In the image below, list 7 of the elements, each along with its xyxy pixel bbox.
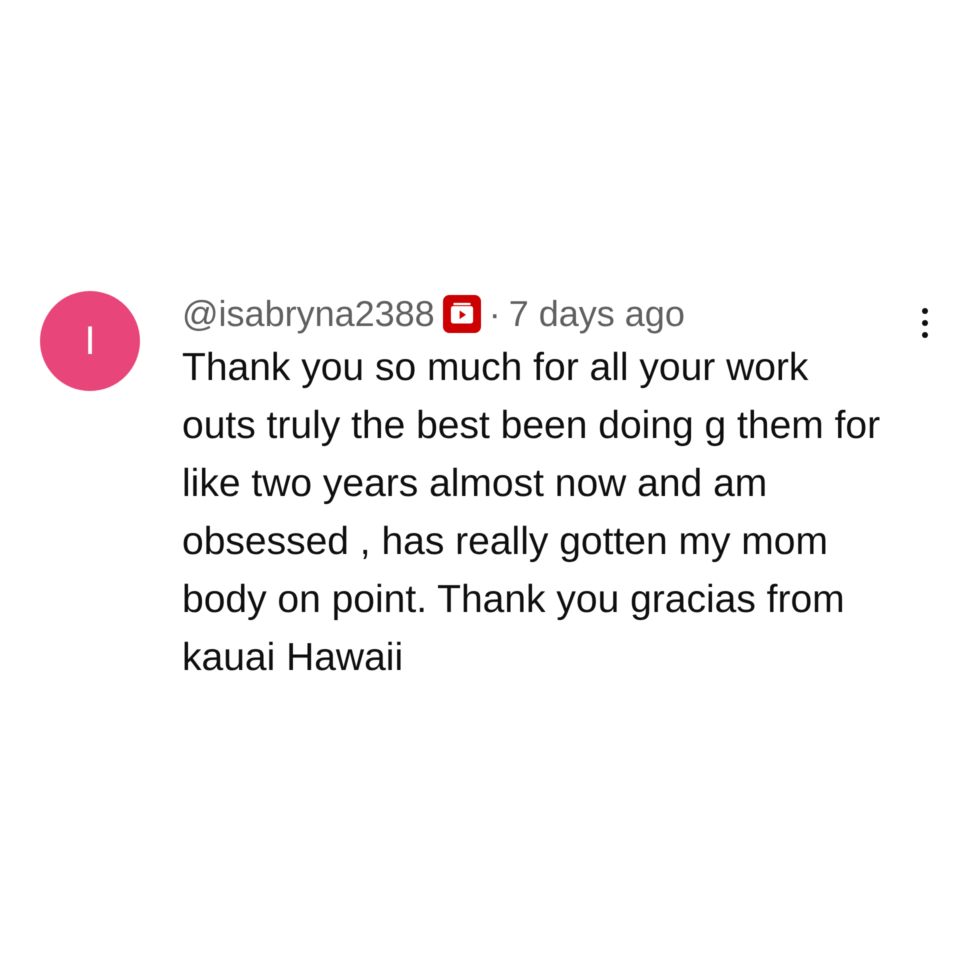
member-badge-icon [442,295,481,333]
author-name[interactable]: @isabryna2388 [182,289,435,339]
separator-dot: · [488,292,501,336]
more-menu-icon[interactable] [919,305,931,341]
avatar[interactable]: I [40,291,140,391]
comment-text: Thank you so much for all your work outs truly the best been doing g them for like two years almost now and am obsessed , has really gotten my mom body on point. Thank you gracias from kauai Hawaii [182,345,882,681]
comment-time: 7 days ago [508,292,685,336]
